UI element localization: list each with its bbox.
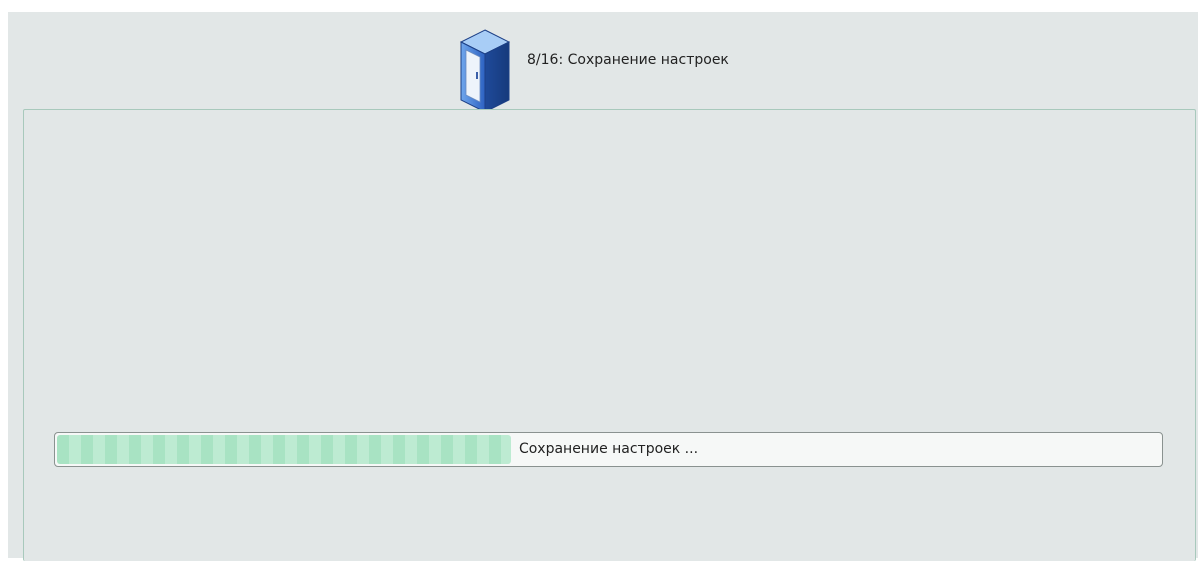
content-panel (23, 109, 1196, 561)
progress-label: Сохранение настроек ... (518, 441, 699, 457)
step-title: 8/16: Сохранение настроек (527, 52, 729, 68)
installer-window: 8/16: Сохранение настроек Сохранение нас… (8, 12, 1198, 561)
computer-case-icon (459, 29, 511, 113)
progress-bar: Сохранение настроек ... (54, 432, 1163, 467)
step-header: 8/16: Сохранение настроек (8, 12, 1198, 113)
